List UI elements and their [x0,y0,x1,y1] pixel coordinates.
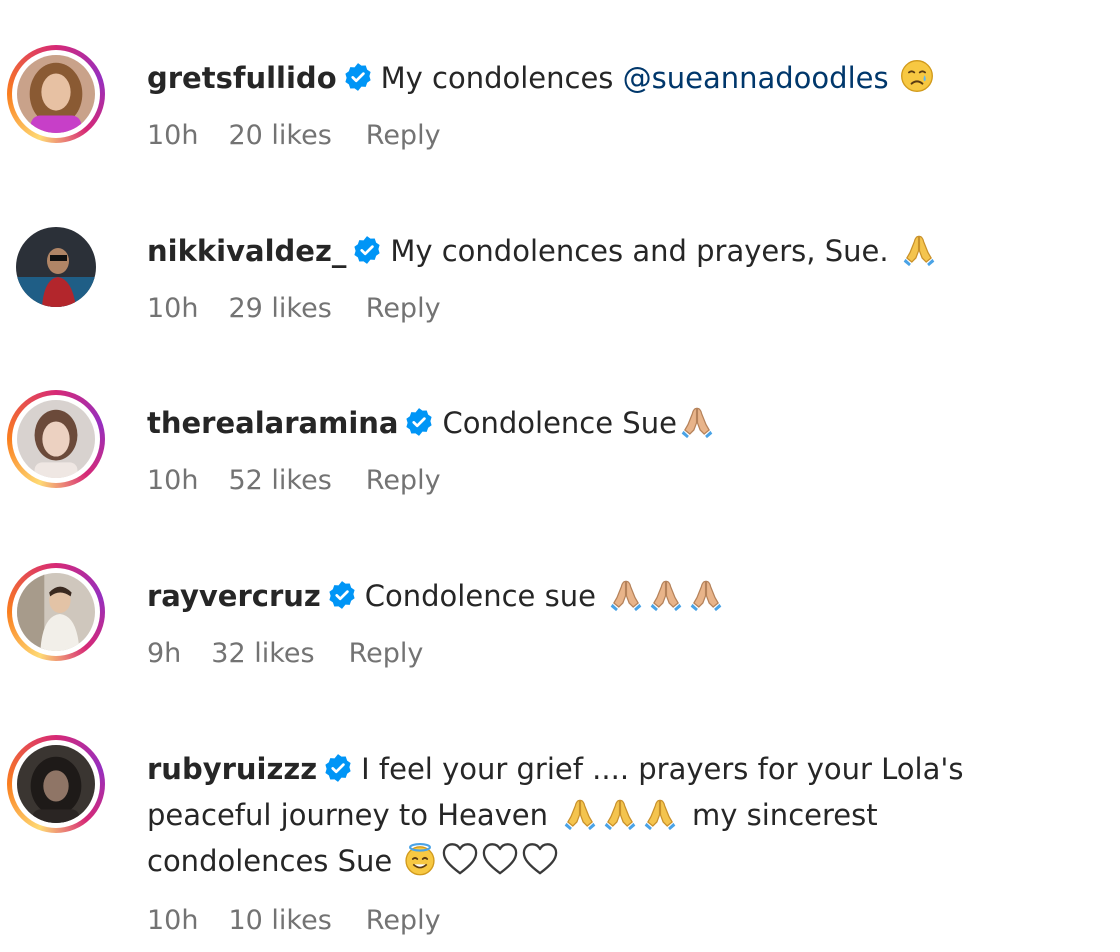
white-heart-icon [441,841,479,877]
username[interactable]: nikkivaldez_ [147,234,346,268]
verified-badge-icon [323,753,353,783]
comment-meta: 10h 29 likes Reply [147,292,1077,326]
reply-button[interactable]: Reply [349,637,424,671]
timestamp: 10h [147,905,199,936]
verified-badge-icon [404,407,434,437]
likes-count[interactable]: 52 likes [228,464,331,498]
username[interactable]: rayvercruz [147,579,321,613]
comment-text: nikkivaldez_ My condolences and prayers, … [147,228,1077,274]
comment-meta: 10h 20 likes Reply [147,119,1077,153]
folded-hands-emoji-icon [562,795,598,831]
comment-body-line2-end: my sincerest [692,798,878,832]
comment-body: Condolence Sue [442,406,677,440]
timestamp: 10h [147,465,199,496]
username[interactable]: gretsfullido [147,61,337,95]
comment-meta: 10h 10 likes Reply [147,904,1077,938]
avatar[interactable] [7,390,105,488]
white-heart-icon [481,841,519,877]
timestamp: 10h [147,120,199,151]
comment-body: Condolence sue [364,579,596,613]
folded-hands-emoji-icon [688,576,724,612]
timestamp: 9h [147,638,182,669]
comment-text: therealaramina Condolence Sue [147,400,1077,446]
comment-meta: 10h 52 likes Reply [147,464,1077,498]
smiling-face-with-halo-emoji-icon [402,841,438,877]
folded-hands-emoji-icon [679,403,715,439]
comment-body-line2: peaceful journey to Heaven [147,798,549,832]
likes-count[interactable]: 32 likes [211,637,314,671]
comment-text: rayvercruz Condolence sue [147,573,1077,619]
reply-button[interactable]: Reply [366,904,441,938]
verified-badge-icon [343,62,373,92]
white-heart-icon [521,841,559,877]
username[interactable]: rubyruizzz [147,752,317,786]
crying-face-emoji-icon [899,58,935,94]
avatar[interactable] [7,563,105,661]
reply-button[interactable]: Reply [366,119,441,153]
folded-hands-emoji-icon [642,795,678,831]
comment-body: My condolences [380,61,623,95]
comment-text: rubyruizzz I feel your grief .... prayers… [147,746,1077,884]
folded-hands-emoji-icon [602,795,638,831]
comment-text: gretsfullido My condolences @sueannadoodl… [147,55,1077,101]
folded-hands-emoji-icon [608,576,644,612]
username[interactable]: therealaramina [147,406,398,440]
comments-list: gretsfullido My condolences @sueannadoodl… [0,0,1120,952]
likes-count[interactable]: 29 likes [228,292,331,326]
verified-badge-icon [352,235,382,265]
avatar[interactable] [7,218,105,316]
mention-link[interactable]: @sueannadoodles [623,61,889,95]
folded-hands-emoji-icon [648,576,684,612]
comment-body: My condolences and prayers, Sue. [390,234,889,268]
avatar[interactable] [7,45,105,143]
reply-button[interactable]: Reply [366,292,441,326]
timestamp: 10h [147,293,199,324]
likes-count[interactable]: 20 likes [228,119,331,153]
verified-badge-icon [327,580,357,610]
reply-button[interactable]: Reply [366,464,441,498]
avatar[interactable] [7,735,105,833]
likes-count[interactable]: 10 likes [228,904,331,938]
folded-hands-emoji-icon [901,231,937,267]
comment-meta: 9h 32 likes Reply [147,637,1077,671]
comment-body-line3: condolences Sue [147,844,393,878]
comment-body-line1: I feel your grief .... prayers for your … [361,752,964,786]
